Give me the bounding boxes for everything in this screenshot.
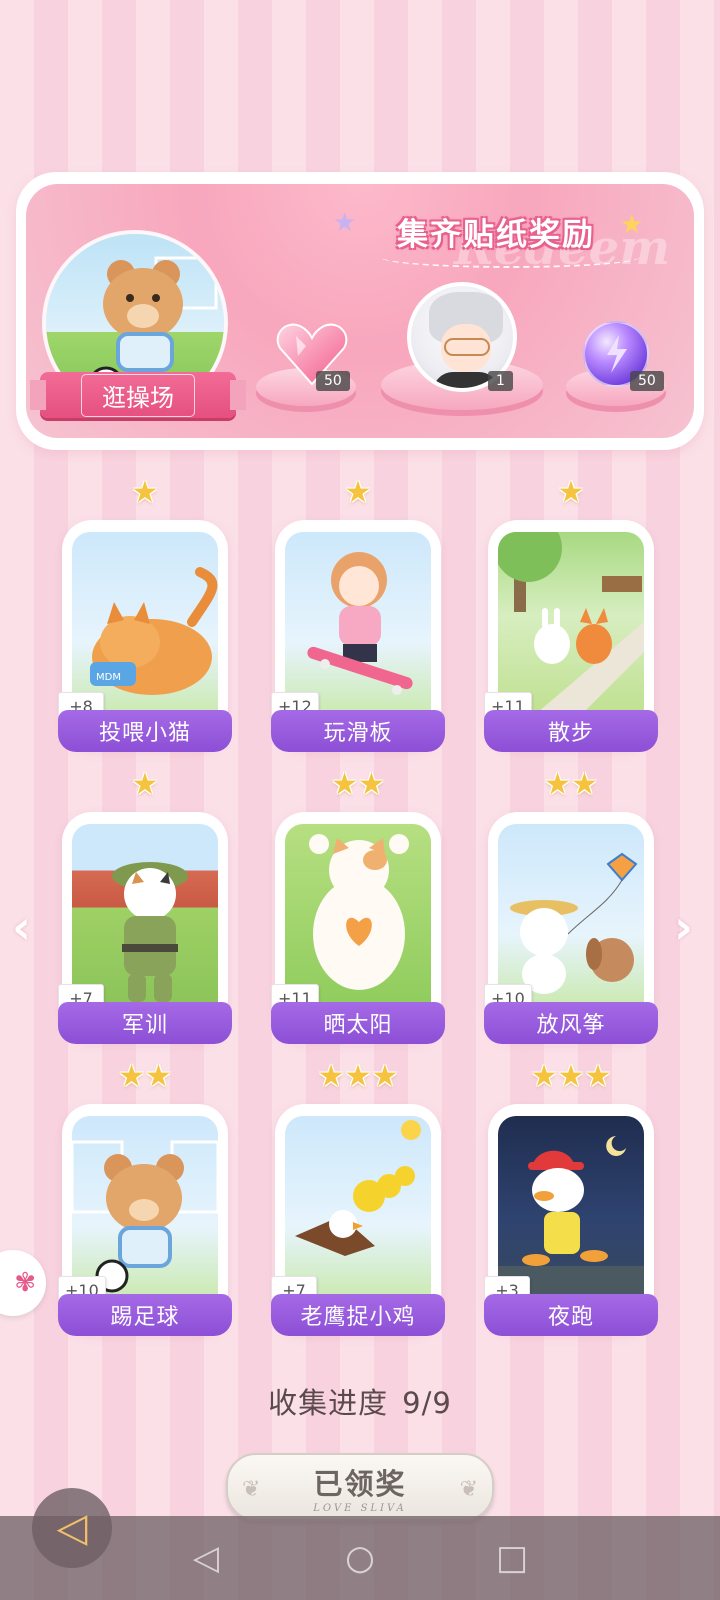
chevron-left-icon[interactable]: ‹: [12, 900, 31, 954]
sticker-card[interactable]: ★ ★ +10 踢足球: [58, 1062, 232, 1336]
sticker-card[interactable]: ★ ★ +11 晒太阳: [271, 770, 445, 1044]
cat-eating-illustration: MDM: [72, 532, 218, 718]
purple-star-icon: ★: [333, 208, 357, 238]
card-label: 放风筝: [484, 1002, 658, 1044]
star-icon: ★: [331, 767, 358, 802]
sticker-card[interactable]: ★ ★ +10 放风筝: [484, 770, 658, 1044]
back-arrow-icon: ◁: [56, 1505, 88, 1551]
star-icon: ★: [358, 767, 385, 802]
claimed-label: 已领奖: [313, 1466, 407, 1501]
sticker-card[interactable]: ★ ★ ★ +3 夜跑: [484, 1062, 658, 1336]
card-label: 投喂小猫: [58, 710, 232, 752]
flourish-icon: ❦: [242, 1477, 261, 1502]
card-label: 夜跑: [484, 1294, 658, 1336]
claimed-sublabel: LOVE SLIVA: [313, 1502, 407, 1514]
progress-value: 9/9: [402, 1386, 452, 1420]
back-button[interactable]: ◁: [32, 1488, 112, 1568]
star-rating: ★: [271, 478, 445, 508]
reward-count: 50: [316, 371, 350, 391]
fan-icon: ✾: [14, 1268, 36, 1298]
card-label: 晒太阳: [271, 1002, 445, 1044]
star-icon: ★: [571, 767, 598, 802]
back-triangle-icon[interactable]: ◁: [186, 1538, 226, 1578]
svg-text:MDM: MDM: [96, 672, 121, 683]
claimed-button[interactable]: ❦ ❦ 已领奖 LOVE SLIVA: [226, 1453, 494, 1521]
chevron-right-icon[interactable]: ›: [674, 900, 693, 954]
glasses-icon: [444, 338, 490, 356]
sticker-card[interactable]: ★ +7 军训: [58, 770, 232, 1044]
cat-sunbathing-illustration: [285, 824, 431, 1010]
card-label: 踢足球: [58, 1294, 232, 1336]
star-rating: ★ ★: [484, 770, 658, 800]
banner-title: 集齐贴纸奖励: [397, 216, 595, 253]
star-rating: ★ ★ ★: [484, 1062, 658, 1092]
card-label: 军训: [58, 1002, 232, 1044]
card-label: 玩滑板: [271, 710, 445, 752]
collection-progress: 收集进度 9/9: [0, 1380, 720, 1422]
rabbit-kite-illustration: [498, 824, 644, 1010]
star-icon: ★: [557, 475, 585, 510]
girl-skateboard-illustration: [285, 532, 431, 718]
star-icon: ★: [584, 1059, 612, 1094]
flourish-icon: ❦: [459, 1477, 478, 1502]
star-rating: ★: [58, 770, 232, 800]
star-rating: ★ ★: [271, 770, 445, 800]
card-label: 散步: [484, 710, 658, 752]
star-icon: ★: [544, 767, 571, 802]
sticker-card[interactable]: ★ ★ ★ +7 老鹰捉小鸡: [271, 1062, 445, 1336]
recents-square-icon[interactable]: □: [492, 1538, 532, 1578]
location-ribbon[interactable]: 逛操场: [30, 372, 246, 418]
star-rating: ★: [484, 478, 658, 508]
star-icon: ★: [344, 475, 372, 510]
duck-night-run-illustration: [498, 1116, 644, 1302]
sticker-card[interactable]: MDM ★ +8 投喂小猫: [58, 478, 232, 752]
star-rating: ★ ★ ★: [271, 1062, 445, 1092]
reward-count: 1: [488, 371, 513, 391]
location-label: 逛操场: [81, 373, 195, 417]
star-icon: ★: [118, 1059, 145, 1094]
cat-military-illustration: [72, 824, 218, 1010]
eagle-chicks-illustration: [285, 1116, 431, 1302]
yellow-star-icon: ★: [620, 210, 644, 240]
star-icon: ★: [371, 1059, 399, 1094]
star-icon: ★: [344, 1059, 372, 1094]
floating-menu-button[interactable]: ✾: [0, 1250, 46, 1316]
progress-label: 收集进度: [268, 1386, 389, 1420]
star-icon: ★: [131, 475, 159, 510]
reward-count: 50: [630, 371, 664, 391]
star-icon: ★: [557, 1059, 585, 1094]
star-icon: ★: [131, 767, 159, 802]
sticker-card[interactable]: ★ +11 散步: [484, 478, 658, 752]
star-rating: ★ ★: [58, 1062, 232, 1092]
star-rating: ★: [58, 478, 232, 508]
star-icon: ★: [145, 1059, 172, 1094]
star-icon: ★: [317, 1059, 345, 1094]
bear-soccer-illustration: [72, 1116, 218, 1302]
rabbit-fox-walk-illustration: [498, 532, 644, 718]
star-icon: ★: [530, 1059, 558, 1094]
home-circle-icon[interactable]: ○: [340, 1538, 380, 1578]
card-label: 老鹰捉小鸡: [271, 1294, 445, 1336]
sticker-card[interactable]: ★ +12 玩滑板: [271, 478, 445, 752]
